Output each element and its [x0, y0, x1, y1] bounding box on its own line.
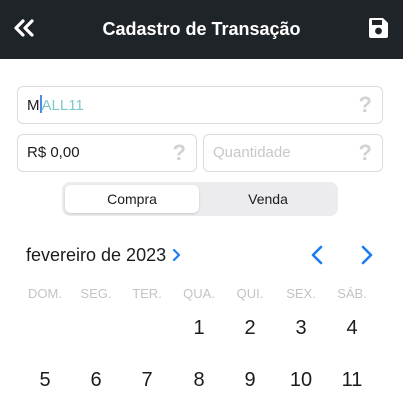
month-selector[interactable]: fevereiro de 2023: [26, 244, 181, 266]
price-value: R$ 0,00: [27, 144, 80, 161]
calendar-day[interactable]: 4: [327, 316, 377, 340]
weekday-label: DOM.: [28, 286, 62, 301]
weekday-label: SEX.: [286, 286, 316, 301]
weekday-label: QUI.: [236, 286, 264, 301]
page-title: Cadastro de Transação: [102, 19, 301, 39]
month-label: fevereiro de 2023: [26, 245, 167, 265]
quantity-placeholder: Quantidade: [213, 144, 291, 161]
calendar-day[interactable]: 7: [122, 368, 172, 392]
ticket-typed-text: M: [27, 97, 40, 114]
price-input[interactable]: R$ 0,00 ?: [17, 134, 197, 172]
weekday-label: QUA.: [183, 286, 215, 301]
chevron-right-icon: [361, 245, 373, 265]
help-icon[interactable]: ?: [359, 94, 372, 116]
calendar-day[interactable]: 6: [71, 368, 121, 392]
calendar-day[interactable]: 10: [276, 368, 326, 392]
top-bar: Cadastro de Transação: [0, 0, 403, 59]
segment-compra[interactable]: Compra: [65, 185, 199, 213]
weekday-label: TER.: [132, 286, 162, 301]
floppy-disk-icon: [369, 18, 388, 38]
quantity-input[interactable]: Quantidade ?: [203, 134, 383, 172]
ticket-input[interactable]: M ALL11 ?: [17, 86, 383, 124]
save-button[interactable]: [364, 14, 392, 42]
operation-segmented-control: Compra Venda: [62, 182, 338, 216]
help-icon[interactable]: ?: [173, 142, 186, 164]
weekday-label: SEG.: [80, 286, 112, 301]
calendar-day[interactable]: 9: [225, 368, 275, 392]
calendar-day[interactable]: 2: [225, 316, 275, 340]
segment-venda[interactable]: Venda: [201, 185, 335, 213]
next-month-button[interactable]: [356, 244, 378, 266]
calendar-day[interactable]: 3: [276, 316, 326, 340]
calendar-day[interactable]: 8: [174, 368, 224, 392]
help-icon[interactable]: ?: [359, 142, 372, 164]
calendar-day[interactable]: 11: [327, 368, 377, 392]
back-button[interactable]: [11, 15, 37, 41]
previous-month-button[interactable]: [306, 244, 328, 266]
chevron-left-icon: [311, 245, 323, 265]
chevron-right-icon: [172, 248, 181, 262]
calendar-day[interactable]: 5: [20, 368, 70, 392]
calendar-day[interactable]: 1: [174, 316, 224, 340]
weekday-label: SÁB.: [337, 286, 367, 301]
ticket-autocomplete-suggestion: ALL11: [41, 97, 84, 114]
double-chevron-left-icon: [14, 19, 34, 37]
